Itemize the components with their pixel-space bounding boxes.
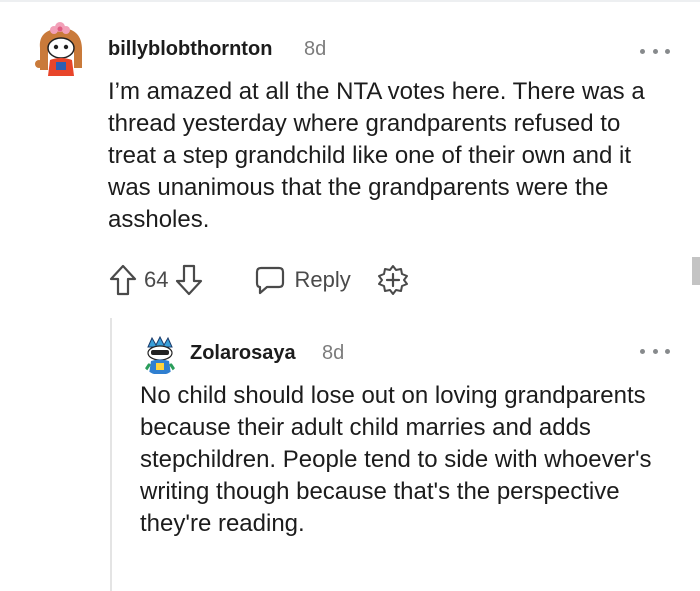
dot-icon	[652, 348, 658, 354]
comment-more-options-button[interactable]	[640, 44, 670, 58]
upvote-arrow-icon	[109, 264, 137, 296]
comment-username[interactable]: billyblobthornton	[108, 38, 272, 61]
downvote-button[interactable]	[174, 263, 204, 297]
vote-score: 64	[144, 267, 169, 292]
award-plus-icon	[377, 265, 408, 295]
comment-body: I’m amazed at all the NTA votes here. Th…	[108, 78, 645, 233]
award-button[interactable]	[377, 264, 409, 296]
comment-action-bar: 64 Reply	[108, 262, 409, 298]
comment-timestamp[interactable]: 8d	[304, 38, 326, 61]
reply-more-options-button[interactable]	[640, 344, 670, 358]
reply-body: No child should lose out on loving grand…	[140, 382, 652, 537]
upvote-button[interactable]	[108, 263, 138, 297]
scrollbar-handle[interactable]	[692, 257, 700, 285]
reply-label: Reply	[294, 267, 351, 292]
dot-icon	[652, 48, 658, 54]
snoo-avatar-icon	[30, 18, 92, 80]
reply-username[interactable]: Zolarosaya	[190, 342, 296, 365]
reply-button[interactable]: Reply	[254, 265, 351, 295]
reply-timestamp[interactable]: 8d	[322, 342, 344, 365]
thread-collapse-line[interactable]	[110, 318, 112, 591]
reply-user-avatar[interactable]	[140, 335, 180, 375]
speech-bubble-icon	[256, 266, 285, 295]
dot-icon	[640, 348, 645, 354]
dot-icon	[640, 48, 645, 54]
downvote-arrow-icon	[176, 264, 203, 296]
dot-icon	[665, 348, 670, 354]
snoo-avatar-icon	[140, 335, 180, 375]
dot-icon	[665, 48, 670, 54]
top-divider	[0, 0, 700, 2]
user-avatar[interactable]	[30, 18, 92, 80]
